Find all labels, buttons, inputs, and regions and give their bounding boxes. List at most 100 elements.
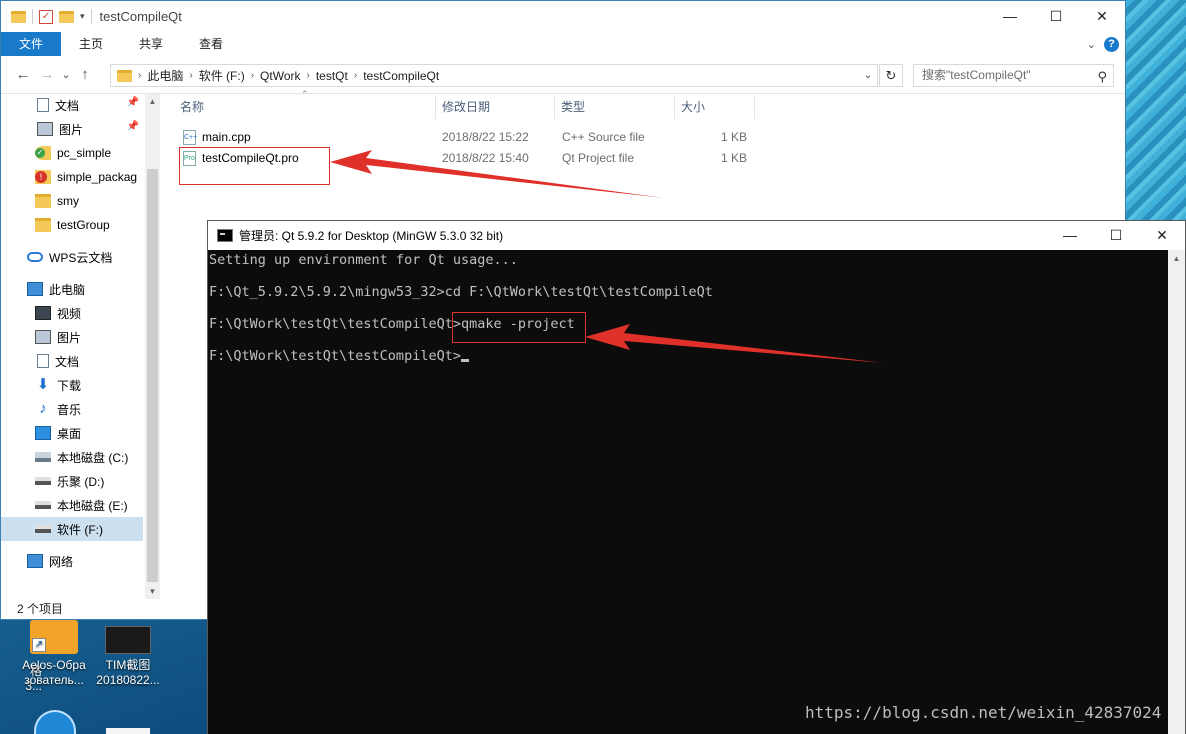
window-title: testCompileQt xyxy=(99,9,182,24)
breadcrumb-qtwork[interactable]: QtWork xyxy=(254,69,306,83)
properties-icon[interactable]: ✓ xyxy=(39,9,53,24)
desktop-icon-label: зователь... xyxy=(24,673,84,687)
sidebar-item-documents-pinned[interactable]: 文档 📌 xyxy=(1,93,143,117)
folder-icon xyxy=(35,194,51,208)
console-scrollbar[interactable]: ▲ xyxy=(1168,250,1185,734)
sidebar-item-label: 图片 xyxy=(59,122,84,137)
forward-button[interactable]: → xyxy=(35,66,59,83)
folder-error-icon: ! xyxy=(35,170,51,184)
desktop-icon-tim-screenshot[interactable]: TIM截图 20180822... xyxy=(88,620,168,688)
sidebar-item-documents[interactable]: 文档 xyxy=(1,349,143,373)
navigation-pane: 文档 📌 图片 📌 ✓ pc_simple ! simple_packag sm… xyxy=(1,92,161,600)
back-button[interactable]: ← xyxy=(11,66,35,83)
sidebar-item-network[interactable]: 网络 xyxy=(1,549,143,573)
desktop-icon-label: 20180822... xyxy=(96,673,160,687)
console-output[interactable]: Setting up environment for Qt usage... F… xyxy=(208,250,1168,734)
column-header-date[interactable]: 修改日期 xyxy=(436,95,555,119)
new-folder-icon[interactable] xyxy=(59,10,74,23)
sidebar-item-videos[interactable]: 视频 xyxy=(1,301,143,325)
sidebar-item-label: 音乐 xyxy=(57,402,82,417)
chevron-down-icon[interactable]: ⌄ xyxy=(859,70,877,81)
video-icon xyxy=(35,306,51,320)
sidebar-item-this-pc[interactable]: 此电脑 xyxy=(1,277,143,301)
file-row[interactable]: C++ main.cpp 2018/8/22 15:22 C++ Source … xyxy=(174,127,764,148)
tab-home[interactable]: 主页 xyxy=(61,32,121,56)
search-input[interactable]: 搜索"testCompileQt" ⚲ xyxy=(913,64,1114,87)
help-icon[interactable]: ? xyxy=(1104,36,1119,52)
pin-icon[interactable]: 📌 xyxy=(127,121,139,132)
up-button[interactable]: ↑ xyxy=(73,66,97,83)
maximize-button[interactable]: ☐ xyxy=(1033,1,1079,32)
sidebar-item-label: 软件 (F:) xyxy=(57,522,103,537)
column-header-type[interactable]: 类型 xyxy=(555,95,675,119)
annotation-highlight-box xyxy=(452,312,586,343)
sidebar-item-pictures[interactable]: 图片 xyxy=(1,325,143,349)
nav-pane-scrollbar[interactable]: ▲ ▼ xyxy=(145,94,160,599)
sidebar-item-smy[interactable]: smy xyxy=(1,189,143,213)
breadcrumb-this-pc[interactable]: 此电脑 xyxy=(141,67,189,84)
drive-icon xyxy=(35,452,51,462)
drive-icon xyxy=(35,477,51,485)
sort-ascending-icon: ⌃ xyxy=(301,89,309,99)
divider xyxy=(90,9,92,24)
pictures-icon xyxy=(35,330,51,344)
console-title-bar[interactable]: 管理员: Qt 5.9.2 for Desktop (MinGW 5.3.0 3… xyxy=(208,221,1185,250)
sidebar-item-wps-cloud[interactable]: WPS云文档 xyxy=(1,245,143,269)
scrollbar-thumb[interactable] xyxy=(147,169,158,582)
folder-check-icon: ✓ xyxy=(35,146,51,160)
sidebar-item-drive-c[interactable]: 本地磁盘 (C:) xyxy=(1,445,143,469)
tab-file[interactable]: 文件 xyxy=(1,32,62,56)
expand-ribbon-icon[interactable]: ⌄ xyxy=(1087,38,1096,51)
minimize-button[interactable]: — xyxy=(987,1,1033,32)
desktop-icon-label: TIM截图 xyxy=(105,658,151,672)
sidebar-item-pictures-pinned[interactable]: 图片 📌 xyxy=(1,117,143,141)
pin-icon[interactable]: 📌 xyxy=(127,97,139,108)
maximize-button[interactable]: ☐ xyxy=(1093,221,1139,250)
explorer-title-bar[interactable]: ✓ ▾ testCompileQt — ☐ ✕ xyxy=(1,1,1125,32)
desktop-icon xyxy=(35,426,51,440)
column-header-size[interactable]: 大小 xyxy=(675,95,755,119)
close-button[interactable]: ✕ xyxy=(1079,1,1125,32)
customize-toolbar-icon[interactable]: ▾ xyxy=(80,11,85,22)
sidebar-item-label: 本地磁盘 (C:) xyxy=(57,450,129,465)
file-type: Qt Project file xyxy=(562,151,635,165)
search-placeholder: 搜索"testCompileQt" xyxy=(922,68,1031,82)
close-button[interactable]: ✕ xyxy=(1139,221,1185,250)
sidebar-item-simple-package[interactable]: ! simple_packag xyxy=(1,165,143,189)
sidebar-item-drive-f[interactable]: 软件 (F:) xyxy=(1,517,143,541)
tab-share[interactable]: 共享 xyxy=(121,32,181,56)
console-prompt-line: F:\QtWork\testQt\testCompileQt> xyxy=(209,348,469,364)
sidebar-item-music[interactable]: ♪ 音乐 xyxy=(1,397,143,421)
file-date: 2018/8/22 15:40 xyxy=(442,151,529,165)
scroll-up-icon[interactable]: ▲ xyxy=(145,94,160,109)
sidebar-item-testgroup[interactable]: testGroup xyxy=(1,213,143,237)
quick-access-toolbar: ✓ ▾ xyxy=(1,9,92,24)
cpp-file-icon: C++ xyxy=(183,130,197,145)
sidebar-item-drive-e[interactable]: 本地磁盘 (E:) xyxy=(1,493,143,517)
refresh-button[interactable]: ↻ xyxy=(879,64,903,87)
annotation-highlight-box xyxy=(179,147,330,185)
scroll-up-icon[interactable]: ▲ xyxy=(1168,250,1185,267)
sidebar-item-downloads[interactable]: ⬇ 下载 xyxy=(1,373,143,397)
drive-icon xyxy=(35,501,51,509)
sidebar-item-drive-d[interactable]: 乐聚 (D:) xyxy=(1,469,143,493)
sidebar-item-pc-simple[interactable]: ✓ pc_simple xyxy=(1,141,143,165)
breadcrumb-drive-f[interactable]: 软件 (F:) xyxy=(193,67,251,84)
recent-locations-button[interactable]: ⌄ xyxy=(59,68,73,81)
folder-icon xyxy=(35,218,51,232)
file-name: main.cpp xyxy=(202,130,251,144)
desktop-icon-aelos[interactable]: ↗ Aelos-Обра зователь... xyxy=(14,620,94,688)
address-bar[interactable]: › 此电脑 › 软件 (F:) › QtWork › testQt › test… xyxy=(110,64,878,87)
file-type: C++ Source file xyxy=(562,130,645,144)
sidebar-item-label: 视频 xyxy=(57,306,82,321)
tab-view[interactable]: 查看 xyxy=(181,32,241,56)
scroll-down-icon[interactable]: ▼ xyxy=(145,584,160,599)
search-icon[interactable]: ⚲ xyxy=(1097,66,1107,87)
status-bar: 2 个项目 xyxy=(17,602,64,616)
console-line: F:\Qt_5.9.2\5.9.2\mingw53_32>cd F:\QtWor… xyxy=(209,284,713,300)
breadcrumb-testqt[interactable]: testQt xyxy=(310,69,354,83)
sidebar-item-desktop[interactable]: 桌面 xyxy=(1,421,143,445)
breadcrumb-testcompileqt[interactable]: testCompileQt xyxy=(357,69,445,83)
desktop-icon-document[interactable] xyxy=(106,728,150,734)
minimize-button[interactable]: — xyxy=(1047,221,1093,250)
